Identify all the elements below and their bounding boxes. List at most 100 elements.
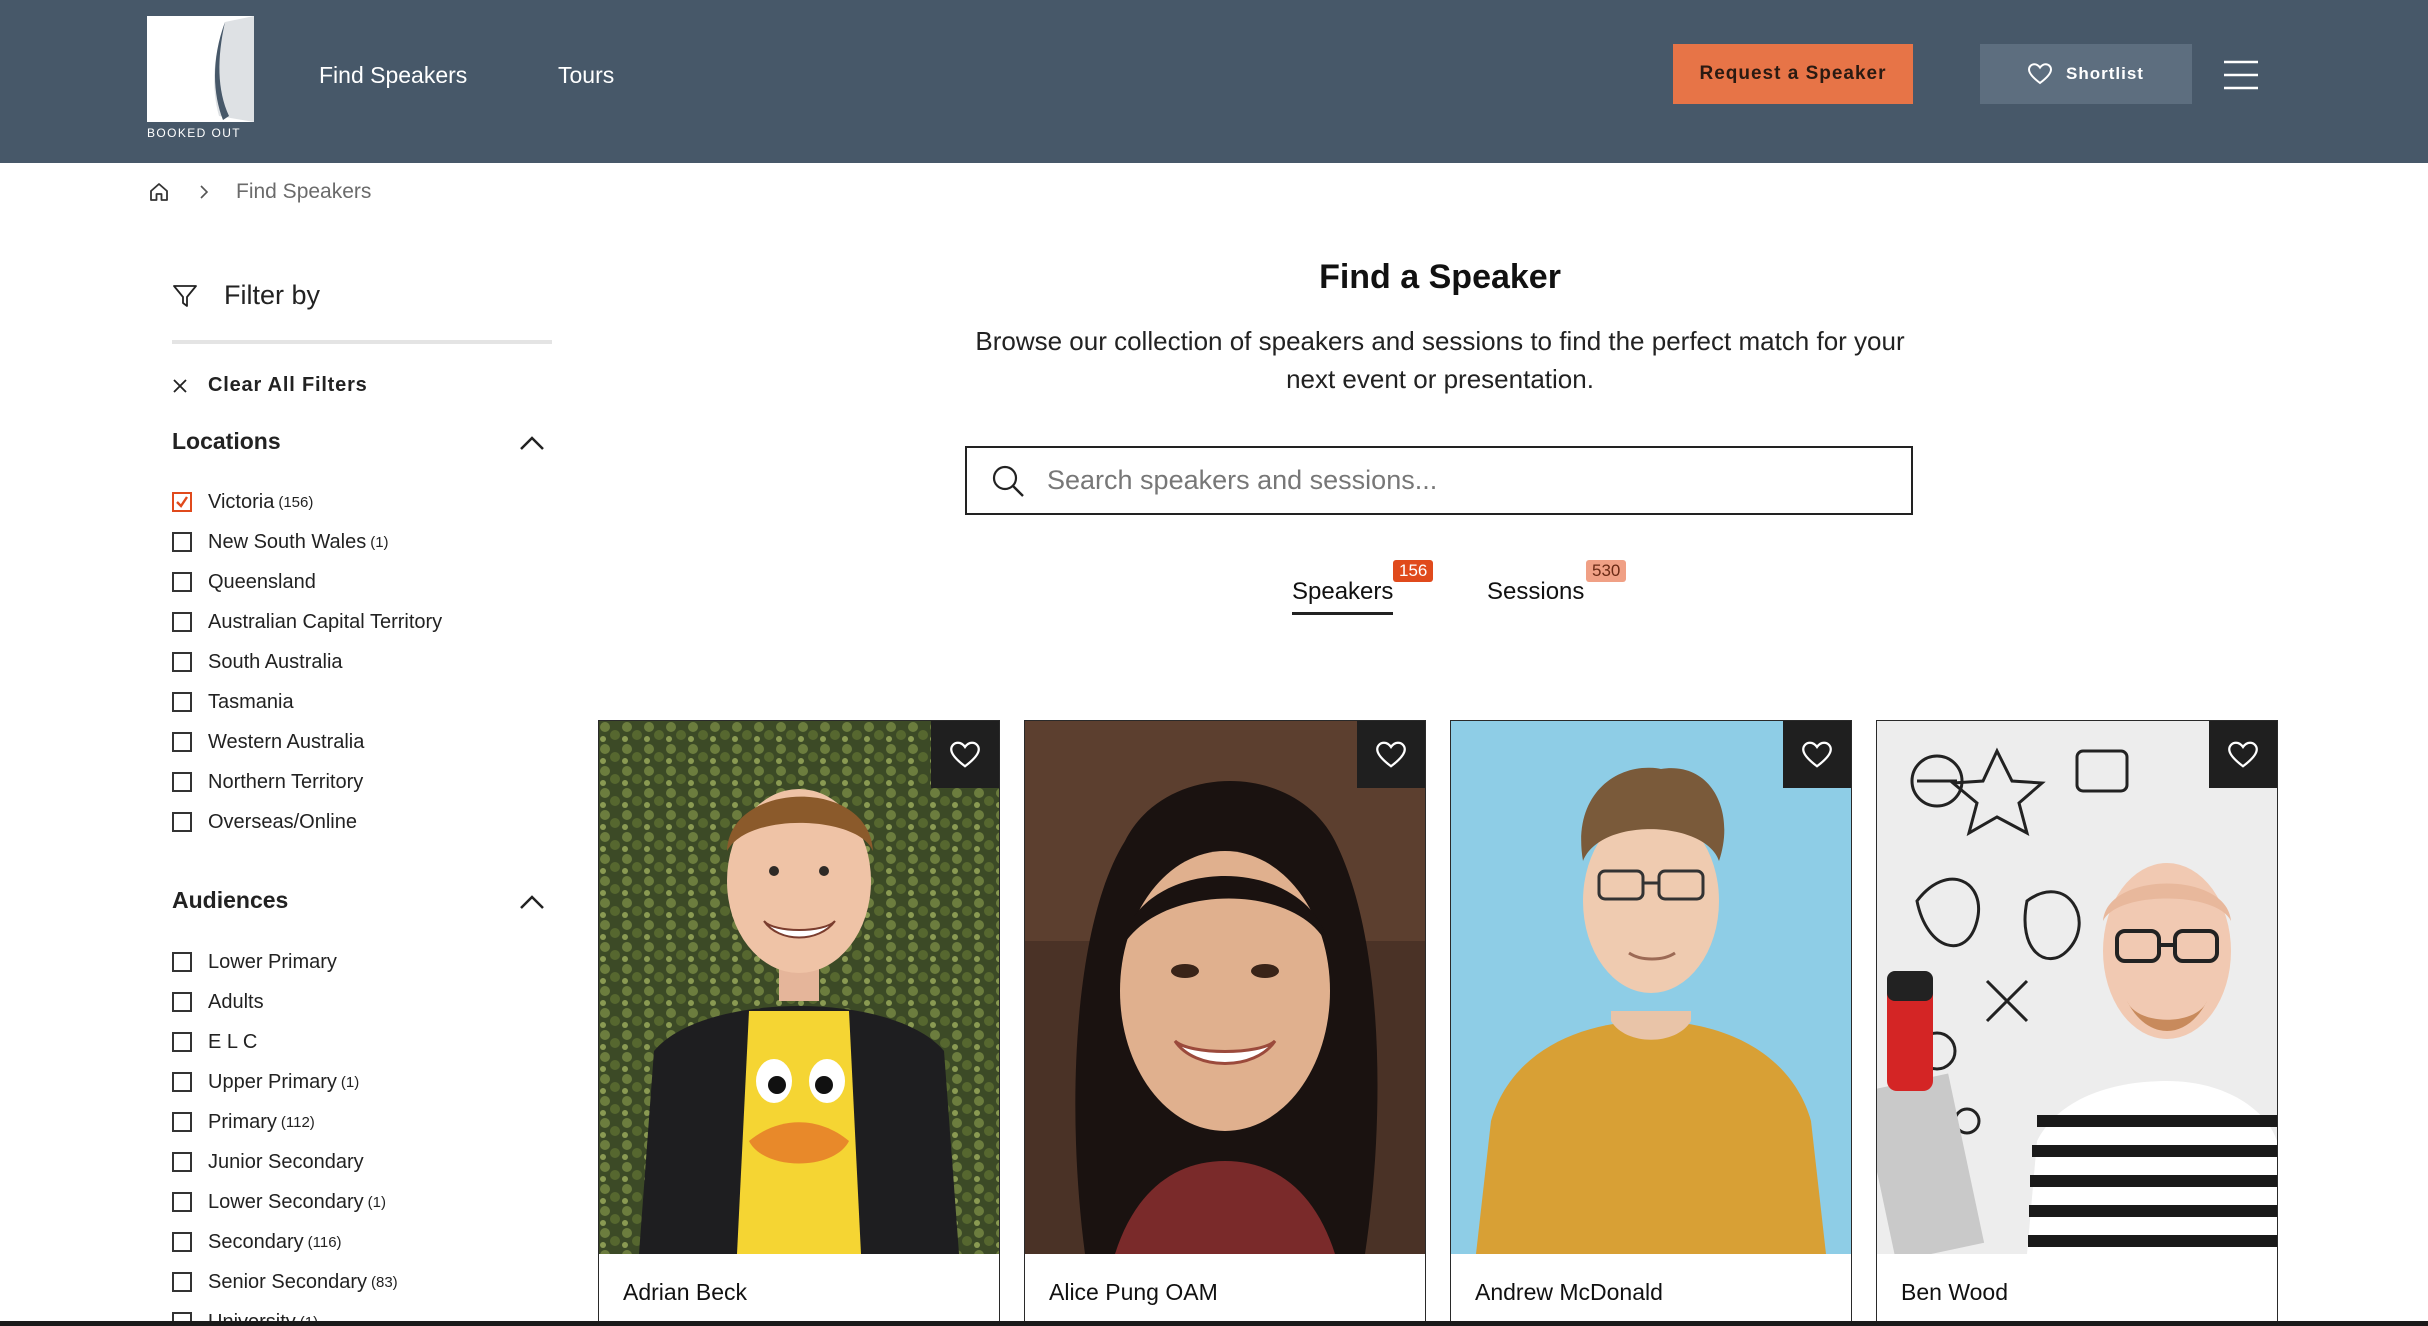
close-icon	[173, 378, 187, 393]
checkbox[interactable]	[172, 612, 192, 632]
clear-filters-label: Clear All Filters	[208, 374, 368, 396]
speaker-name[interactable]: Andrew McDonald	[1475, 1279, 1663, 1306]
filter-option-label: South Australia	[208, 650, 343, 673]
filter-option-label: Upper Primary	[208, 1070, 337, 1093]
speaker-card[interactable]: Ben Wood	[1876, 720, 2278, 1326]
checkbox[interactable]	[172, 1072, 192, 1092]
filter-option[interactable]: Senior Secondary (83)	[172, 1262, 398, 1302]
filter-option-label: E L C	[208, 1030, 258, 1053]
speaker-photo[interactable]	[1451, 721, 1851, 1254]
filter-option[interactable]: South Australia	[172, 642, 442, 682]
filter-option-label: Senior Secondary	[208, 1270, 367, 1293]
filter-option-count: (1)	[367, 1193, 386, 1211]
speaker-name[interactable]: Adrian Beck	[623, 1279, 747, 1306]
filter-option-label: Primary	[208, 1110, 277, 1133]
chevron-up-icon[interactable]	[518, 434, 546, 452]
checkbox[interactable]	[172, 572, 192, 592]
filter-option[interactable]: New South Wales (1)	[172, 522, 442, 562]
filter-option[interactable]: Queensland	[172, 562, 442, 602]
filter-option[interactable]: Primary (112)	[172, 1102, 398, 1142]
shortlist-button[interactable]: Shortlist	[1980, 44, 2192, 104]
chevron-up-icon[interactable]	[518, 893, 546, 911]
speaker-photo[interactable]	[1877, 721, 2277, 1254]
hamburger-menu-icon[interactable]	[2222, 60, 2260, 90]
checkbox[interactable]	[172, 652, 192, 672]
speaker-card[interactable]: Adrian Beck	[598, 720, 1000, 1326]
speaker-photo[interactable]	[1025, 721, 1425, 1254]
filter-option[interactable]: Victoria (156)	[172, 482, 442, 522]
filter-option[interactable]: Western Australia	[172, 722, 442, 762]
site-header: BOOKED OUT Find Speakers Tours Request a…	[0, 0, 2428, 163]
filter-option-label: Tasmania	[208, 690, 294, 713]
home-icon[interactable]	[148, 181, 170, 203]
heart-icon	[950, 741, 980, 768]
filter-header: Filter by	[172, 280, 320, 311]
nav-find-speakers[interactable]: Find Speakers	[319, 62, 467, 89]
checkbox[interactable]	[172, 1192, 192, 1212]
filter-option[interactable]: E L C	[172, 1022, 398, 1062]
checkbox[interactable]	[172, 1272, 192, 1292]
logo-text: BOOKED OUT	[147, 126, 242, 140]
speaker-card[interactable]: Alice Pung OAM	[1024, 720, 1426, 1326]
speaker-card[interactable]: Andrew McDonald	[1450, 720, 1852, 1326]
heart-icon	[1376, 741, 1406, 768]
favourite-heart-button[interactable]	[931, 721, 999, 788]
chevron-right-icon	[200, 185, 209, 199]
favourite-heart-button[interactable]	[1783, 721, 1851, 788]
logo[interactable]: BOOKED OUT	[147, 16, 255, 140]
tab-speakers[interactable]: Speakers	[1292, 578, 1394, 615]
checkbox[interactable]	[172, 732, 192, 752]
filter-option[interactable]: Lower Secondary (1)	[172, 1182, 398, 1222]
filter-option-label: Western Australia	[208, 730, 365, 753]
filter-option-label: Victoria	[208, 490, 275, 513]
checkbox[interactable]	[172, 492, 192, 512]
filter-option-count: (1)	[370, 533, 389, 551]
search-input[interactable]	[1047, 465, 1867, 496]
checkbox[interactable]	[172, 812, 192, 832]
nav-tours[interactable]: Tours	[558, 62, 614, 89]
checkbox[interactable]	[172, 1112, 192, 1132]
checkbox[interactable]	[172, 532, 192, 552]
checkbox[interactable]	[172, 772, 192, 792]
filter-option[interactable]: Adults	[172, 982, 398, 1022]
filter-option-count: (1)	[340, 1073, 360, 1091]
filter-option[interactable]: Tasmania	[172, 682, 442, 722]
speakers-count-badge: 156	[1393, 560, 1434, 582]
locations-title: Locations	[172, 428, 281, 454]
breadcrumb-current: Find Speakers	[236, 180, 372, 203]
checkbox[interactable]	[172, 1232, 192, 1252]
page-subtitle: Browse our collection of speakers and se…	[975, 326, 1905, 394]
clear-all-filters-button[interactable]: Clear All Filters	[172, 374, 368, 397]
favourite-heart-button[interactable]	[1357, 721, 1425, 788]
filter-option[interactable]: Australian Capital Territory	[172, 602, 442, 642]
favourite-heart-button[interactable]	[2209, 721, 2277, 788]
locations-list: Victoria (156) New South Wales (1) Queenslan…	[172, 482, 442, 842]
filter-option-count: (83)	[370, 1273, 398, 1291]
filter-option[interactable]: Lower Primary	[172, 942, 398, 982]
tab-sessions[interactable]: Sessions	[1487, 578, 1584, 606]
checkbox[interactable]	[172, 1032, 192, 1052]
filter-option[interactable]: Overseas/Online	[172, 802, 442, 842]
filter-option[interactable]: Junior Secondary	[172, 1142, 398, 1182]
speaker-name[interactable]: Alice Pung OAM	[1049, 1279, 1218, 1306]
audiences-title: Audiences	[172, 887, 289, 913]
checkbox[interactable]	[172, 692, 192, 712]
filter-icon	[173, 284, 197, 307]
divider	[172, 340, 552, 344]
checkbox[interactable]	[172, 992, 192, 1012]
filter-option[interactable]: Northern Territory	[172, 762, 442, 802]
breadcrumb: Find Speakers	[148, 178, 371, 206]
speaker-name[interactable]: Ben Wood	[1901, 1279, 2008, 1306]
filter-title: Filter by	[224, 280, 321, 310]
checkbox[interactable]	[172, 1152, 192, 1172]
filter-option[interactable]: Upper Primary (1)	[172, 1062, 398, 1102]
filter-option-label: Secondary	[208, 1230, 304, 1253]
request-speaker-button[interactable]: Request a Speaker	[1673, 44, 1913, 104]
filter-option-label: Lower Primary	[208, 950, 337, 973]
heart-icon	[1802, 741, 1832, 768]
filter-option[interactable]: Secondary (116)	[172, 1222, 398, 1262]
filter-option-label: New South Wales	[208, 530, 367, 553]
speaker-photo[interactable]	[599, 721, 999, 1254]
checkbox[interactable]	[172, 952, 192, 972]
filter-option-label: Lower Secondary	[208, 1190, 364, 1213]
